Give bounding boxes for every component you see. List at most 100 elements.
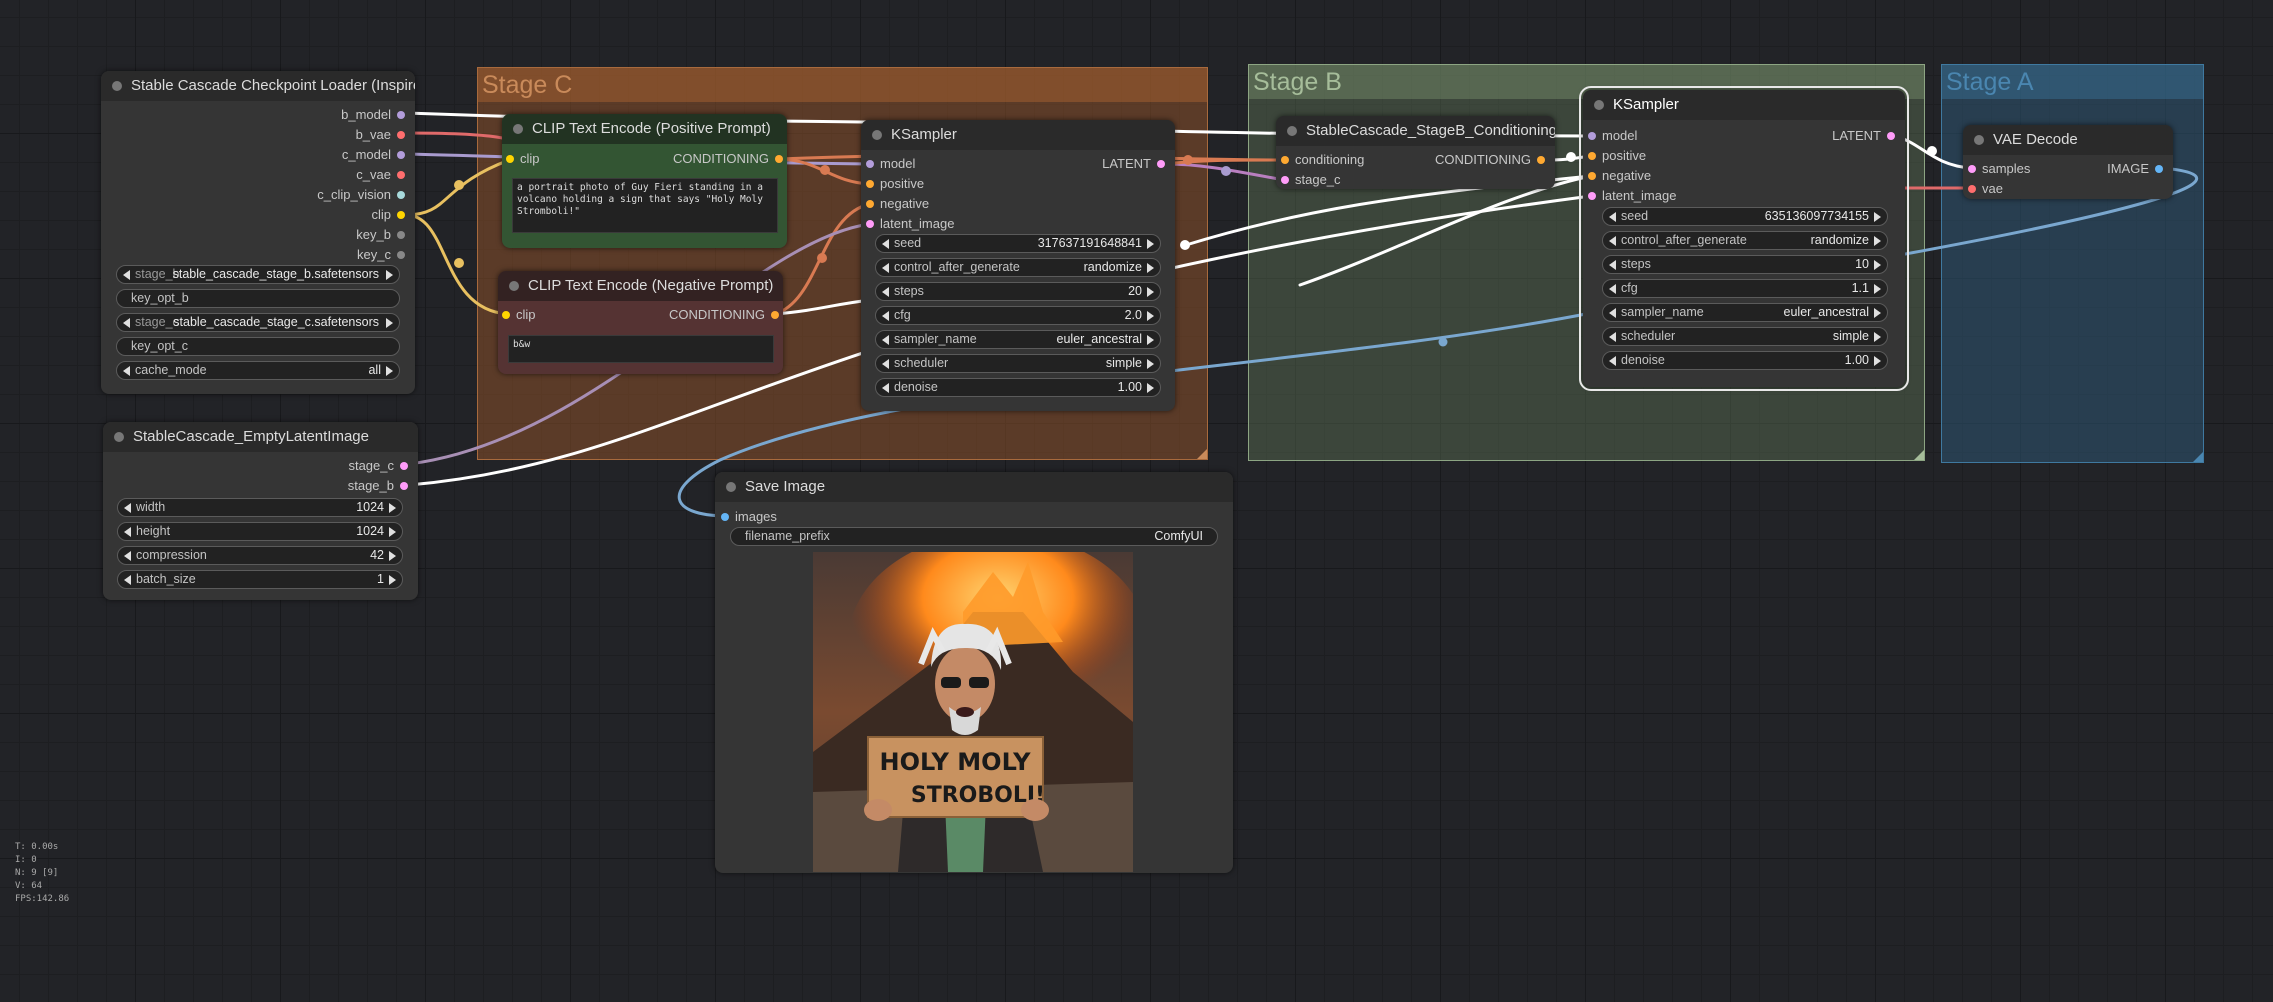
scheduler-widget[interactable]: scheduler simple [1602,327,1888,346]
node-ksampler-stage-b[interactable]: KSampler model positive negative latent_… [1579,86,1909,391]
arrow-right-icon[interactable] [389,575,396,585]
input-slot-negative[interactable]: negative [866,196,929,212]
arrow-left-icon[interactable] [882,335,889,345]
height-widget[interactable]: height 1024 [117,522,403,541]
arrow-right-icon[interactable] [386,318,393,328]
output-slot-clip[interactable]: clip [371,207,405,223]
node-title[interactable]: KSampler [1583,90,1905,120]
arrow-right-icon[interactable] [1147,311,1154,321]
input-slot-positive[interactable]: positive [866,176,924,192]
arrow-right-icon[interactable] [1874,212,1881,222]
collapse-dot[interactable] [1974,135,1984,145]
arrow-left-icon[interactable] [882,287,889,297]
input-slot-clip[interactable]: clip [502,307,536,323]
node-vae-decode[interactable]: VAE Decode samples vae IMAGE [1963,125,2173,199]
arrow-left-icon[interactable] [882,239,889,249]
input-slot-positive[interactable]: positive [1588,148,1646,164]
node-checkpoint-loader[interactable]: Stable Cascade Checkpoint Loader (Inspir… [101,71,415,394]
arrow-right-icon[interactable] [1874,356,1881,366]
arrow-right-icon[interactable] [386,366,393,376]
arrow-left-icon[interactable] [124,527,131,537]
output-slot-c-vae[interactable]: c_vae [356,167,405,183]
cfg-widget[interactable]: cfg 2.0 [875,306,1161,325]
collapse-dot[interactable] [114,432,124,442]
arrow-right-icon[interactable] [1147,239,1154,249]
node-title[interactable]: StableCascade_StageB_Conditioning [1276,116,1555,146]
node-title[interactable]: CLIP Text Encode (Negative Prompt) [498,271,783,301]
arrow-left-icon[interactable] [1609,356,1616,366]
arrow-right-icon[interactable] [1147,383,1154,393]
input-slot-clip[interactable]: clip [506,151,540,167]
input-slot-stage-c[interactable]: stage_c [1281,172,1341,188]
node-title[interactable]: VAE Decode [1963,125,2173,155]
cache-mode-combo[interactable]: cache_mode all [116,361,400,380]
control-after-generate-widget[interactable]: control_after_generate randomize [875,258,1161,277]
arrow-left-icon[interactable] [123,366,130,376]
node-empty-latent-image[interactable]: StableCascade_EmptyLatentImage stage_c s… [103,422,418,600]
steps-widget[interactable]: steps 10 [1602,255,1888,274]
control-after-generate-widget[interactable]: control_after_generate randomize [1602,231,1888,250]
output-slot-b-model[interactable]: b_model [341,107,405,123]
arrow-left-icon[interactable] [1609,260,1616,270]
arrow-right-icon[interactable] [1147,359,1154,369]
output-slot-key-b[interactable]: key_b [356,227,405,243]
arrow-left-icon[interactable] [124,551,131,561]
filename-prefix-field[interactable]: filename_prefix ComfyUI [730,527,1218,546]
positive-prompt-textarea[interactable]: a portrait photo of Guy Fieri standing i… [512,178,778,233]
steps-widget[interactable]: steps 20 [875,282,1161,301]
arrow-right-icon[interactable] [389,527,396,537]
arrow-left-icon[interactable] [1609,236,1616,246]
input-slot-latent-image[interactable]: latent_image [866,216,954,232]
node-clip-negative[interactable]: CLIP Text Encode (Negative Prompt) clip … [498,271,783,374]
node-clip-positive[interactable]: CLIP Text Encode (Positive Prompt) clip … [502,114,787,248]
denoise-widget[interactable]: denoise 1.00 [1602,351,1888,370]
width-widget[interactable]: width 1024 [117,498,403,517]
collapse-dot[interactable] [513,124,523,134]
arrow-right-icon[interactable] [1874,284,1881,294]
seed-widget[interactable]: seed 317637191648841 [875,234,1161,253]
collapse-dot[interactable] [1594,100,1604,110]
collapse-dot[interactable] [872,130,882,140]
arrow-right-icon[interactable] [1874,308,1881,318]
arrow-left-icon[interactable] [1609,284,1616,294]
input-slot-model[interactable]: model [1588,128,1637,144]
denoise-widget[interactable]: denoise 1.00 [875,378,1161,397]
output-image-preview[interactable]: HOLY MOLY STROBOLI! [813,552,1133,872]
output-slot-stage-c[interactable]: stage_c [348,458,408,474]
sampler-name-widget[interactable]: sampler_name euler_ancestral [875,330,1161,349]
arrow-right-icon[interactable] [1147,335,1154,345]
arrow-left-icon[interactable] [124,503,131,513]
input-slot-samples[interactable]: samples [1968,161,2030,177]
arrow-right-icon[interactable] [389,551,396,561]
arrow-right-icon[interactable] [386,270,393,280]
output-slot-b-vae[interactable]: b_vae [356,127,405,143]
arrow-left-icon[interactable] [882,263,889,273]
arrow-left-icon[interactable] [123,270,130,280]
arrow-right-icon[interactable] [1147,287,1154,297]
arrow-left-icon[interactable] [1609,308,1616,318]
node-title[interactable]: StableCascade_EmptyLatentImage [103,422,418,452]
collapse-dot[interactable] [112,81,122,91]
node-stage-b-conditioning[interactable]: StableCascade_StageB_Conditioning condit… [1276,116,1555,189]
node-title[interactable]: Save Image [715,472,1233,502]
output-slot-conditioning[interactable]: CONDITIONING [1435,152,1545,168]
input-slot-model[interactable]: model [866,156,915,172]
negative-prompt-textarea[interactable]: b&w [508,335,774,363]
arrow-right-icon[interactable] [1147,263,1154,273]
input-slot-vae[interactable]: vae [1968,181,2003,197]
arrow-right-icon[interactable] [1874,260,1881,270]
batch-size-widget[interactable]: batch_size 1 [117,570,403,589]
output-slot-c-clip-vision[interactable]: c_clip_vision [317,187,405,203]
input-slot-conditioning[interactable]: conditioning [1281,152,1364,168]
arrow-left-icon[interactable] [1609,212,1616,222]
stage-b-combo[interactable]: stage_b stable_cascade_stage_b.safetenso… [116,265,400,284]
arrow-right-icon[interactable] [1874,332,1881,342]
input-slot-images[interactable]: images [721,509,777,525]
input-slot-latent-image[interactable]: latent_image [1588,188,1676,204]
arrow-right-icon[interactable] [389,503,396,513]
seed-widget[interactable]: seed 635136097734155 [1602,207,1888,226]
output-slot-latent[interactable]: LATENT [1102,156,1165,172]
output-slot-image[interactable]: IMAGE [2107,161,2163,177]
compression-widget[interactable]: compression 42 [117,546,403,565]
output-slot-key-c[interactable]: key_c [357,247,405,263]
